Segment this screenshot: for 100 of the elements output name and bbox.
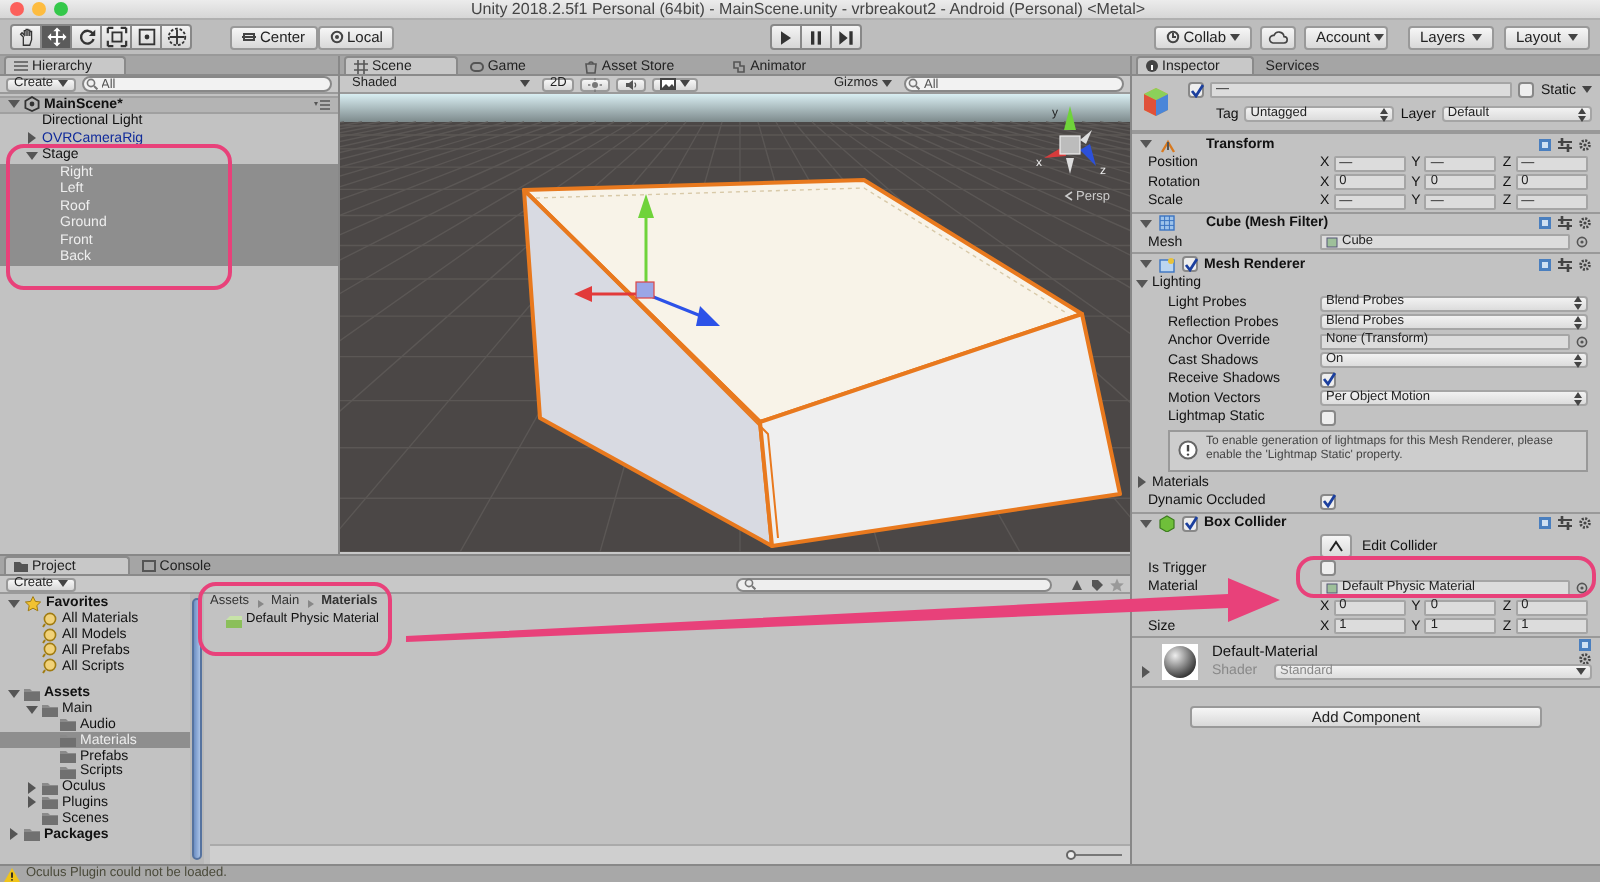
tool-button[interactable] xyxy=(160,24,192,50)
caret-icon xyxy=(1576,667,1586,676)
checkbox[interactable] xyxy=(1320,493,1336,510)
caret-icon xyxy=(1574,296,1582,310)
chevron-icon xyxy=(307,599,314,607)
disclosure-triangle-icon[interactable] xyxy=(8,98,20,111)
step-button[interactable] xyxy=(830,24,863,50)
help-icon[interactable] xyxy=(1538,216,1552,231)
disclosure-triangle-icon[interactable] xyxy=(26,796,38,809)
object-picker-icon[interactable] xyxy=(1576,581,1588,594)
settings-icon[interactable] xyxy=(1578,137,1592,151)
sliders-icon[interactable] xyxy=(1558,216,1572,231)
sync-icon xyxy=(1165,30,1180,44)
disclosure-triangle-icon[interactable] xyxy=(8,687,20,700)
disclosure-triangle-icon[interactable] xyxy=(1136,476,1148,489)
disclosure-triangle-icon[interactable] xyxy=(1140,138,1152,150)
disclosure-triangle-icon[interactable] xyxy=(8,597,20,610)
audio-button[interactable] xyxy=(616,77,647,91)
checkbox[interactable] xyxy=(1182,515,1198,532)
help-icon[interactable] xyxy=(1538,137,1552,151)
tool-button[interactable] xyxy=(40,24,72,50)
checkmark-icon xyxy=(1189,83,1203,97)
sliders-icon[interactable] xyxy=(1558,516,1572,531)
caret-icon xyxy=(1574,353,1582,368)
star-icon[interactable] xyxy=(1110,577,1124,591)
step-icon xyxy=(836,27,857,47)
caret-icon xyxy=(1472,33,1482,41)
disclosure-triangle-icon[interactable] xyxy=(26,149,38,162)
sliders-icon[interactable] xyxy=(1558,257,1572,272)
caret-icon xyxy=(1380,107,1389,121)
help-icon[interactable] xyxy=(1538,257,1552,272)
search-field[interactable] xyxy=(736,577,1052,591)
menu-icon xyxy=(314,99,330,110)
local-icon xyxy=(329,30,344,44)
sliders-icon[interactable] xyxy=(1558,137,1572,151)
effects-dropdown[interactable] xyxy=(652,77,699,91)
disclosure-triangle-icon[interactable] xyxy=(1140,665,1152,678)
checkmark-icon xyxy=(1321,372,1335,387)
asset-icon xyxy=(1326,236,1338,249)
caret-icon xyxy=(1568,33,1578,41)
tool-button[interactable] xyxy=(70,24,102,50)
folder-icon xyxy=(14,560,28,572)
axis-gizmo-drawing xyxy=(1044,106,1096,174)
disclosure-triangle-icon[interactable] xyxy=(1136,277,1148,290)
info-icon xyxy=(1178,440,1198,461)
edit-collider-button[interactable] xyxy=(1320,534,1352,559)
pause-button[interactable] xyxy=(800,24,833,50)
tool-button[interactable] xyxy=(10,24,42,50)
sphere-icon xyxy=(1162,643,1198,680)
disclosure-triangle-icon[interactable] xyxy=(1140,517,1152,530)
hand-icon xyxy=(15,26,37,48)
asset-icon xyxy=(1326,581,1338,594)
disclosure-triangle-icon[interactable] xyxy=(26,703,38,716)
bag-icon xyxy=(583,59,598,73)
cloud-button[interactable] xyxy=(1260,25,1296,49)
info-icon xyxy=(1146,60,1158,72)
settings-icon[interactable] xyxy=(1578,516,1592,531)
checkbox[interactable] xyxy=(1188,82,1204,98)
tool-button[interactable] xyxy=(100,24,132,50)
sun-icon xyxy=(588,77,603,91)
close-button[interactable] xyxy=(10,2,24,16)
settings-icon[interactable] xyxy=(1578,216,1592,231)
caret-icon xyxy=(1582,86,1592,94)
lighting-button[interactable] xyxy=(580,77,611,91)
cloud-icon xyxy=(1268,30,1288,44)
caret-icon xyxy=(1574,315,1582,330)
star-folder-icon xyxy=(24,595,42,612)
warning-icon xyxy=(4,867,20,881)
help-icon[interactable] xyxy=(1578,637,1592,652)
checkbox[interactable] xyxy=(1182,256,1198,273)
checkmark-icon xyxy=(1321,494,1335,509)
caret-icon xyxy=(1374,33,1385,41)
disclosure-triangle-icon[interactable] xyxy=(26,781,38,794)
checkbox[interactable] xyxy=(1320,560,1336,577)
caret-icon xyxy=(882,80,892,88)
chevron-icon xyxy=(257,599,264,607)
caret-icon xyxy=(680,80,691,88)
settings-icon[interactable] xyxy=(1578,257,1592,272)
help-icon[interactable] xyxy=(1538,516,1552,531)
cube-icon xyxy=(1140,86,1172,118)
gamepad-icon xyxy=(469,59,484,73)
list-icon xyxy=(14,60,28,72)
disclosure-triangle-icon[interactable] xyxy=(1140,258,1152,271)
caret-icon xyxy=(1578,107,1586,121)
checkbox[interactable] xyxy=(1518,82,1535,98)
caret-icon xyxy=(1574,391,1582,406)
move-icon xyxy=(45,26,67,48)
checkbox[interactable] xyxy=(1320,409,1336,426)
slider-thumb[interactable] xyxy=(1065,849,1075,859)
disclosure-triangle-icon[interactable] xyxy=(8,828,20,841)
disclosure-triangle-icon[interactable] xyxy=(1140,217,1152,230)
object-picker-icon[interactable] xyxy=(1576,335,1588,348)
tool-button[interactable] xyxy=(130,24,162,50)
disclosure-triangle-icon[interactable] xyxy=(26,132,38,145)
play-button[interactable] xyxy=(770,24,803,50)
search-icon xyxy=(908,78,920,90)
object-picker-icon[interactable] xyxy=(1576,236,1588,249)
scrollbar-thumb[interactable] xyxy=(192,598,202,860)
checkbox[interactable] xyxy=(1320,371,1336,388)
physic-material-icon xyxy=(226,615,242,627)
